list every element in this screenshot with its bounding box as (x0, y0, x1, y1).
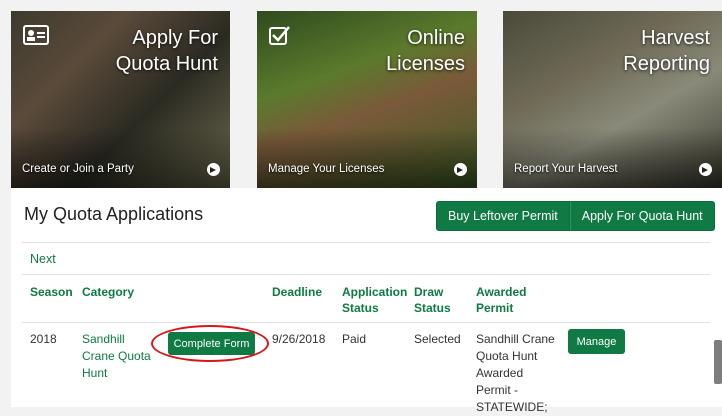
scrollbar-thumb[interactable] (714, 340, 722, 384)
apply-for-quota-hunt-button[interactable]: Apply For Quota Hunt (569, 201, 715, 231)
harvest-reporting-tile[interactable]: Harvest Reporting Report Your Harvest (503, 11, 722, 188)
cell-season: 2018 (30, 332, 57, 346)
header-category: Category (82, 285, 135, 299)
header-draw-status: Draw Status (414, 285, 451, 315)
header-application-status: Application Status (342, 285, 408, 315)
category-link[interactable]: Sandhill Crane Quota Hunt (82, 331, 151, 382)
tile-subtitle: Report Your Harvest (514, 163, 618, 175)
arrow-circle-right-icon (207, 163, 220, 176)
cell-awarded-permit: Sandhill Crane Quota Hunt Awarded Permit… (476, 332, 555, 414)
cell-draw-status: Selected (414, 332, 461, 346)
apply-quota-hunt-tile[interactable]: Apply For Quota Hunt Create or Join a Pa… (11, 11, 230, 188)
header-deadline: Deadline (272, 285, 323, 299)
manage-button[interactable]: Manage (568, 329, 625, 354)
cell-deadline: 9/26/2018 (272, 332, 326, 346)
next-link[interactable]: Next (30, 252, 56, 266)
buy-leftover-permit-button[interactable]: Buy Leftover Permit (436, 201, 570, 231)
action-button-group: Buy Leftover Permit Apply For Quota Hunt (436, 201, 715, 231)
divider (22, 322, 710, 323)
arrow-circle-right-icon (454, 163, 467, 176)
tile-title: Apply For Quota Hunt (115, 27, 218, 75)
panel-title: My Quota Applications (24, 204, 204, 224)
header-awarded-permit: Awarded Permit (476, 285, 527, 315)
checkbox-icon (269, 25, 291, 50)
tile-title: Online Licenses (386, 27, 465, 75)
online-licenses-tile[interactable]: Online Licenses Manage Your Licenses (257, 11, 477, 188)
id-card-icon (23, 25, 49, 50)
tile-title: Harvest Reporting (623, 27, 710, 75)
quota-applications-panel: My Quota Applications Buy Leftover Permi… (11, 188, 722, 414)
tile-subtitle: Manage Your Licenses (268, 163, 385, 175)
tile-subtitle: Create or Join a Party (22, 163, 134, 175)
highlight-circle (151, 325, 269, 362)
header-season: Season (30, 285, 73, 299)
cell-application-status: Paid (342, 332, 367, 346)
arrow-circle-right-icon (699, 163, 712, 176)
divider (22, 242, 710, 243)
divider (22, 274, 710, 275)
